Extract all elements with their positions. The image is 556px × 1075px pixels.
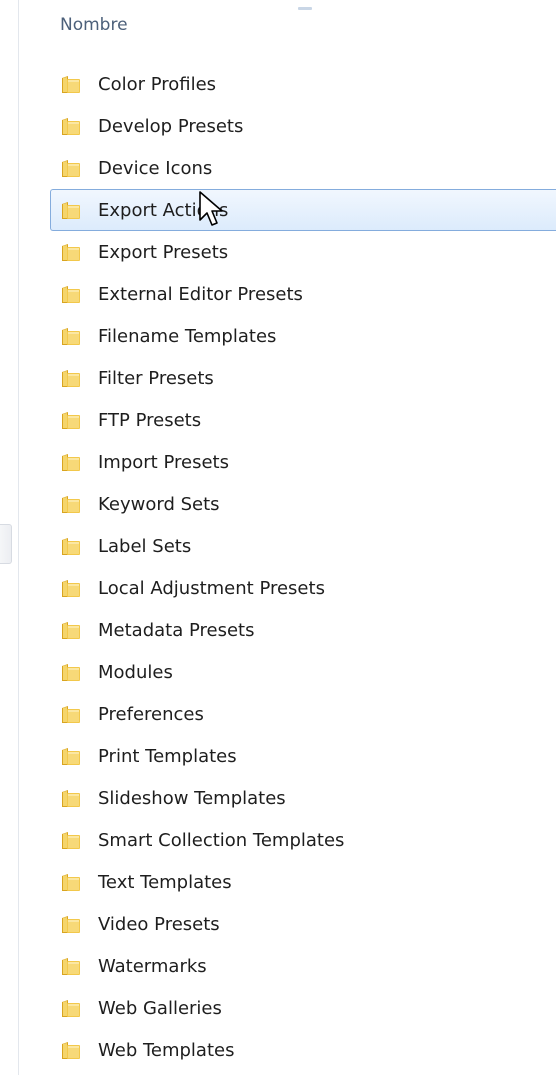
- mouse-pointer-icon: [198, 190, 228, 232]
- folder-item-label-sets[interactable]: Label Sets: [50, 525, 556, 567]
- folder-icon: [60, 241, 82, 263]
- folder-item-label: Slideshow Templates: [98, 787, 286, 809]
- folder-item-develop-presets[interactable]: Develop Presets: [50, 105, 556, 147]
- folder-item-label: Filter Presets: [98, 367, 214, 389]
- folder-item-label: Watermarks: [98, 955, 207, 977]
- header-scroll-indicator: [298, 7, 312, 10]
- folder-icon: [60, 913, 82, 935]
- folder-icon: [60, 325, 82, 347]
- folder-item-import-presets[interactable]: Import Presets: [50, 441, 556, 483]
- folder-item-text-templates[interactable]: Text Templates: [50, 861, 556, 903]
- folder-item-keyword-sets[interactable]: Keyword Sets: [50, 483, 556, 525]
- folder-item-export-actions[interactable]: Export Actions: [50, 189, 556, 231]
- folder-item-modules[interactable]: Modules: [50, 651, 556, 693]
- folder-item-label: Keyword Sets: [98, 493, 220, 515]
- folder-icon: [60, 745, 82, 767]
- folder-item-label: Preferences: [98, 703, 204, 725]
- folder-item-filter-presets[interactable]: Filter Presets: [50, 357, 556, 399]
- folder-icon: [60, 661, 82, 683]
- folder-item-label: Text Templates: [98, 871, 232, 893]
- folder-icon: [60, 367, 82, 389]
- folder-item-label: Color Profiles: [98, 73, 217, 95]
- folder-item-label: Filename Templates: [98, 325, 277, 347]
- folder-icon: [60, 1039, 82, 1061]
- folder-item-web-templates[interactable]: Web Templates: [50, 1029, 556, 1071]
- folder-icon: [60, 115, 82, 137]
- folder-item-label: Metadata Presets: [98, 619, 255, 641]
- folder-item-label: Export Presets: [98, 241, 229, 263]
- folder-item-external-editor-presets[interactable]: External Editor Presets: [50, 273, 556, 315]
- folder-icon: [60, 577, 82, 599]
- folder-item-web-galleries[interactable]: Web Galleries: [50, 987, 556, 1029]
- folder-item-label: Smart Collection Templates: [98, 829, 345, 851]
- folder-item-label: Modules: [98, 661, 173, 683]
- folder-icon: [60, 871, 82, 893]
- folder-item-label: Label Sets: [98, 535, 192, 557]
- folder-item-label: FTP Presets: [98, 409, 202, 431]
- column-header-name[interactable]: Nombre: [60, 15, 128, 35]
- folder-item-export-presets[interactable]: Export Presets: [50, 231, 556, 273]
- folder-item-label: Device Icons: [98, 157, 213, 179]
- folder-icon: [60, 199, 82, 221]
- folder-icon: [60, 829, 82, 851]
- folder-item-label: Web Templates: [98, 1039, 235, 1061]
- folder-item-device-icons[interactable]: Device Icons: [50, 147, 556, 189]
- folder-icon: [60, 955, 82, 977]
- folder-item-label: Import Presets: [98, 451, 229, 473]
- folder-icon: [60, 997, 82, 1019]
- folder-item-preferences[interactable]: Preferences: [50, 693, 556, 735]
- folder-icon: [60, 451, 82, 473]
- folder-icon: [60, 535, 82, 557]
- folder-item-watermarks[interactable]: Watermarks: [50, 945, 556, 987]
- folder-item-label: Video Presets: [98, 913, 220, 935]
- folder-item-color-profiles[interactable]: Color Profiles: [50, 63, 556, 105]
- folder-item-filename-templates[interactable]: Filename Templates: [50, 315, 556, 357]
- folder-item-label: Local Adjustment Presets: [98, 577, 325, 599]
- folder-item-label: Print Templates: [98, 745, 237, 767]
- navigation-pane-divider: [18, 0, 19, 1075]
- pane-splitter-handle[interactable]: [0, 524, 12, 564]
- folder-item-label: Develop Presets: [98, 115, 244, 137]
- folder-item-label: External Editor Presets: [98, 283, 303, 305]
- file-explorer-pane: Nombre Color Profiles Develop Presets De…: [0, 0, 556, 1075]
- folder-icon: [60, 619, 82, 641]
- folder-list: Color Profiles Develop Presets Device Ic…: [50, 63, 556, 1071]
- folder-item-smart-collection-templates[interactable]: Smart Collection Templates: [50, 819, 556, 861]
- folder-item-label: Web Galleries: [98, 997, 222, 1019]
- folder-icon: [60, 787, 82, 809]
- folder-item-local-adjustment-presets[interactable]: Local Adjustment Presets: [50, 567, 556, 609]
- folder-item-slideshow-templates[interactable]: Slideshow Templates: [50, 777, 556, 819]
- folder-item-print-templates[interactable]: Print Templates: [50, 735, 556, 777]
- folder-icon: [60, 703, 82, 725]
- folder-icon: [60, 283, 82, 305]
- folder-item-ftp-presets[interactable]: FTP Presets: [50, 399, 556, 441]
- folder-icon: [60, 157, 82, 179]
- folder-icon: [60, 409, 82, 431]
- folder-item-video-presets[interactable]: Video Presets: [50, 903, 556, 945]
- folder-item-metadata-presets[interactable]: Metadata Presets: [50, 609, 556, 651]
- folder-icon: [60, 73, 82, 95]
- folder-icon: [60, 493, 82, 515]
